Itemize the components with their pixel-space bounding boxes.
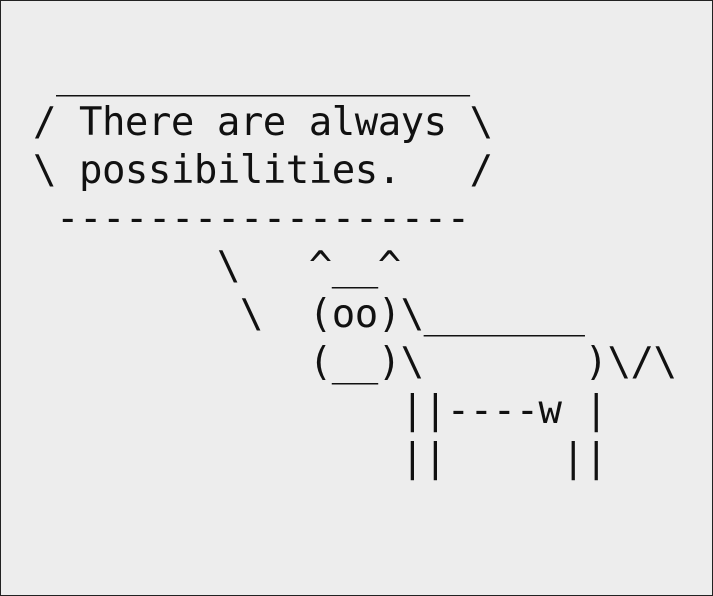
speech-bubble-line-2: \ possibilities. / (33, 148, 493, 193)
speech-bubble-bottom: ------------------ (33, 196, 470, 241)
cow-body-line: ||----w | (33, 388, 608, 433)
cow-legs-line: || || (33, 436, 608, 481)
cow-snout-line: (__)\ )\/\ (33, 340, 677, 385)
speech-bubble-top: __________________ (33, 52, 470, 97)
cow-eyes-line: \ (oo)\_______ (33, 292, 585, 337)
speech-bubble-line-1: / There are always \ (33, 100, 493, 145)
cow-ears-line: \ ^__^ (33, 244, 401, 289)
terminal-window: __________________ / There are always \ \ … (0, 0, 713, 596)
cowsay-output: __________________ / There are always \ \ … (33, 51, 677, 483)
